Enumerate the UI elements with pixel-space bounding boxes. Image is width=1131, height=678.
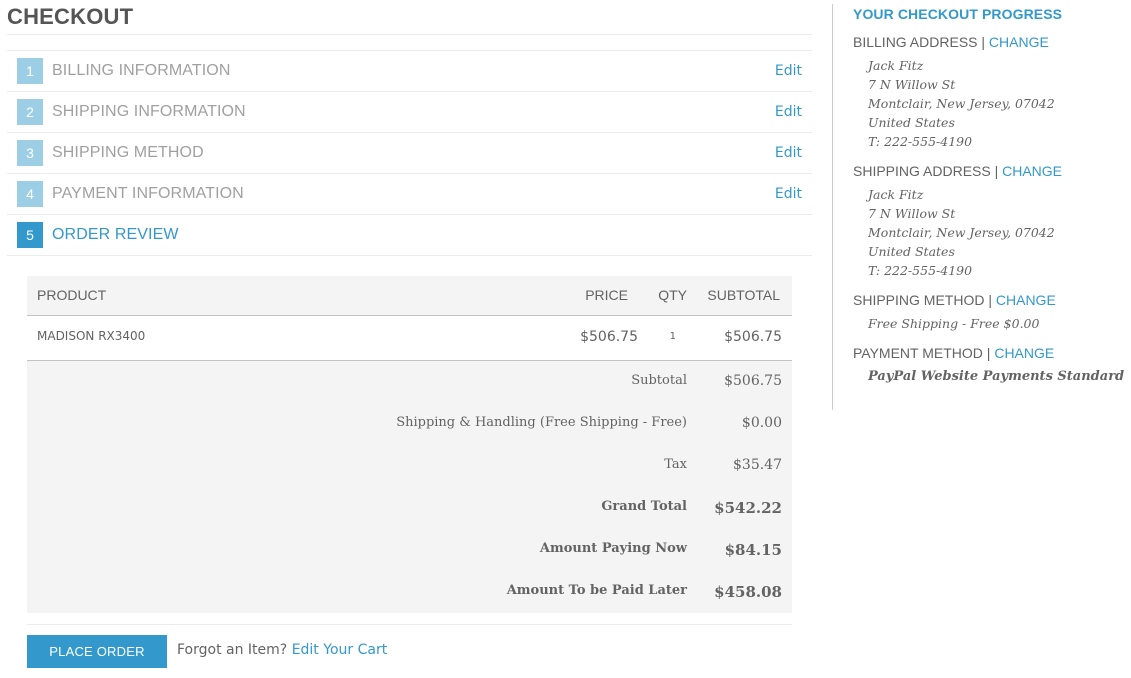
step-shipping-method: 3 SHIPPING METHOD Edit [7, 133, 812, 174]
address-street: 7 N Willow St [868, 206, 956, 221]
payment-method-heading: PAYMENT METHOD | CHANGE [853, 345, 1131, 361]
section-heading: SHIPPING ADDRESS [853, 163, 991, 179]
column-price: PRICE [585, 287, 628, 303]
separator: | [986, 345, 991, 361]
totals-row-paying-now: Amount Paying Now $84.15 [27, 541, 792, 561]
step-label: PAYMENT INFORMATION [52, 185, 244, 202]
shipping-method-section: SHIPPING METHOD | CHANGE Free Shipping -… [853, 292, 1131, 333]
address-name: Jack Fitz [868, 187, 924, 202]
step-label: SHIPPING METHOD [52, 144, 204, 161]
totals-row-subtotal: Subtotal $506.75 [27, 373, 792, 393]
step-payment-information: 4 PAYMENT INFORMATION Edit [7, 174, 812, 215]
separator: | [988, 292, 992, 308]
totals-label: Subtotal [631, 373, 687, 388]
checkout-steps: 1 BILLING INFORMATION Edit 2 SHIPPING IN… [7, 50, 812, 256]
product-price: $506.75 [580, 329, 638, 345]
table-header: PRODUCT PRICE QTY SUBTOTAL [27, 276, 792, 316]
address-name: Jack Fitz [868, 58, 924, 73]
billing-address-heading: BILLING ADDRESS | CHANGE [853, 34, 1131, 50]
totals-label: Shipping & Handling (Free Shipping - Fre… [396, 415, 687, 430]
address-city: Montclair, New Jersey, 07042 [868, 96, 1055, 111]
totals-row-tax: Tax $35.47 [27, 457, 792, 477]
totals-value: $458.08 [714, 583, 782, 601]
edit-shipping-method-link[interactable]: Edit [775, 145, 802, 161]
step-label: ORDER REVIEW [52, 226, 179, 243]
forgot-item-text: Forgot an Item? Edit Your Cart [177, 642, 387, 658]
shipping-address-heading: SHIPPING ADDRESS | CHANGE [853, 163, 1131, 179]
step-number: 4 [17, 181, 43, 207]
step-number: 2 [17, 99, 43, 125]
change-billing-link[interactable]: CHANGE [989, 34, 1049, 50]
totals-value: $0.00 [741, 415, 782, 431]
shipping-method-value: Free Shipping - Free $0.00 [868, 316, 1040, 331]
totals-value: $542.22 [714, 499, 782, 517]
edit-billing-link[interactable]: Edit [775, 63, 802, 79]
product-name: MADISON RX3400 [37, 329, 146, 343]
page-title: CHECKOUT [7, 0, 812, 35]
step-number: 5 [17, 222, 43, 248]
separator: | [981, 34, 986, 50]
change-shipping-link[interactable]: CHANGE [1002, 163, 1062, 179]
order-actions: PLACE ORDER Forgot an Item? Edit Your Ca… [27, 624, 792, 678]
step-number: 1 [17, 58, 43, 84]
step-label: SHIPPING INFORMATION [52, 103, 246, 120]
address-street: 7 N Willow St [868, 77, 956, 92]
step-label: BILLING INFORMATION [52, 62, 231, 79]
edit-payment-link[interactable]: Edit [775, 186, 802, 202]
address-country: United States [868, 115, 955, 130]
payment-method-value: PayPal Website Payments Standard [868, 369, 1125, 384]
checkout-progress-sidebar: YOUR CHECKOUT PROGRESS BILLING ADDRESS |… [832, 4, 1131, 410]
change-shipping-method-link[interactable]: CHANGE [996, 292, 1056, 308]
sidebar-title: YOUR CHECKOUT PROGRESS [853, 6, 1063, 22]
shipping-address-section: SHIPPING ADDRESS | CHANGE Jack Fitz 7 N … [853, 163, 1131, 280]
column-qty: QTY [658, 287, 687, 303]
separator: | [994, 163, 999, 179]
shipping-address: Jack Fitz 7 N Willow St Montclair, New J… [868, 185, 1131, 280]
product-qty: 1 [669, 331, 676, 342]
payment-method-section: PAYMENT METHOD | CHANGE PayPal Website P… [853, 345, 1131, 386]
totals-row-paid-later: Amount To be Paid Later $458.08 [27, 583, 792, 603]
edit-shipping-link[interactable]: Edit [775, 104, 802, 120]
product-subtotal: $506.75 [724, 329, 782, 345]
billing-address-section: BILLING ADDRESS | CHANGE Jack Fitz 7 N W… [853, 34, 1131, 151]
totals-value: $84.15 [724, 541, 782, 559]
address-phone: T: 222-555-4190 [868, 134, 973, 149]
totals-label: Amount Paying Now [539, 541, 687, 556]
section-heading: SHIPPING METHOD [853, 292, 985, 308]
totals-row-grand-total: Grand Total $542.22 [27, 499, 792, 519]
section-heading: PAYMENT METHOD [853, 345, 983, 361]
change-payment-method-link[interactable]: CHANGE [994, 345, 1054, 361]
address-city: Montclair, New Jersey, 07042 [868, 225, 1055, 240]
address-country: United States [868, 244, 955, 259]
section-heading: BILLING ADDRESS [853, 34, 978, 50]
totals-value: $35.47 [733, 457, 782, 473]
column-product: PRODUCT [37, 287, 107, 303]
table-row: MADISON RX3400 $506.75 1 $506.75 [27, 316, 792, 361]
shipping-method-heading: SHIPPING METHOD | CHANGE [853, 292, 1131, 308]
checkout-main: CHECKOUT 1 BILLING INFORMATION Edit 2 SH… [7, 0, 812, 256]
step-order-review: 5 ORDER REVIEW [7, 215, 812, 256]
order-totals: Subtotal $506.75 Shipping & Handling (Fr… [27, 361, 792, 613]
step-shipping-information: 2 SHIPPING INFORMATION Edit [7, 92, 812, 133]
forgot-item-label: Forgot an Item? [177, 642, 288, 658]
place-order-button[interactable]: PLACE ORDER [27, 635, 167, 668]
step-number: 3 [17, 140, 43, 166]
totals-value: $506.75 [724, 373, 782, 389]
totals-label: Grand Total [601, 499, 687, 514]
edit-cart-link[interactable]: Edit Your Cart [292, 642, 388, 658]
billing-address: Jack Fitz 7 N Willow St Montclair, New J… [868, 56, 1131, 151]
order-review-table: PRODUCT PRICE QTY SUBTOTAL MADISON RX340… [27, 276, 792, 613]
totals-row-shipping: Shipping & Handling (Free Shipping - Fre… [27, 415, 792, 435]
step-billing-information: 1 BILLING INFORMATION Edit [7, 51, 812, 92]
totals-label: Amount To be Paid Later [506, 583, 687, 598]
address-phone: T: 222-555-4190 [868, 263, 973, 278]
totals-label: Tax [664, 457, 687, 472]
column-subtotal: SUBTOTAL [707, 287, 780, 303]
